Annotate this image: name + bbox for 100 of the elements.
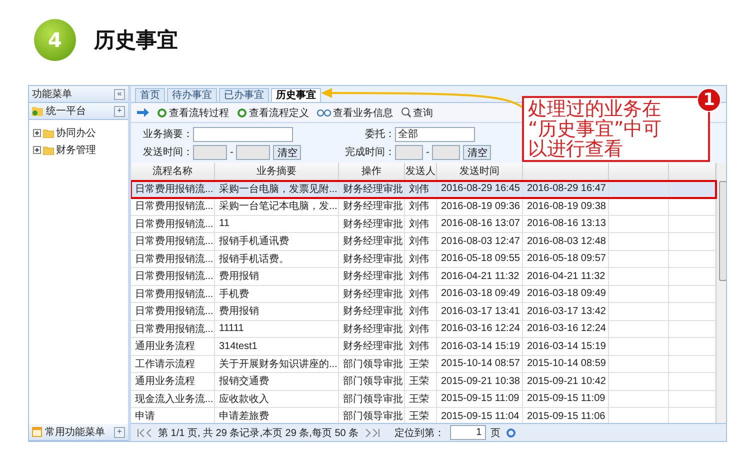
input-field[interactable] <box>432 144 460 160</box>
table-cell: 应收款收入 <box>215 390 339 408</box>
column-header[interactable] <box>669 163 716 180</box>
tab[interactable]: 已办事宜 <box>219 88 269 102</box>
table-cell: 2016-03-18 09:49 <box>523 286 609 303</box>
table-cell: 2016-08-16 13:07 <box>437 216 523 233</box>
table-cell <box>669 390 716 408</box>
clear-button[interactable]: 清空 <box>273 144 302 160</box>
table-cell <box>669 198 716 216</box>
table-cell: 2016-03-16 12:24 <box>523 320 609 338</box>
first-page-icon[interactable] <box>137 428 153 436</box>
goto-label: 定位到第： <box>394 426 445 440</box>
table-cell: 日常费用报销流... <box>131 286 215 303</box>
search-icon <box>401 107 411 118</box>
refresh-icon <box>157 108 167 118</box>
table-cell: 财务经理审批 <box>339 286 405 303</box>
add-button[interactable]: + <box>114 106 125 116</box>
table-cell: 现金流入业务流... <box>131 390 215 408</box>
table-cell: 日常费用报销流... <box>131 198 215 216</box>
field-label: 委托： <box>365 128 395 141</box>
table-cell: 部门领导审批 <box>339 356 405 373</box>
input-field[interactable] <box>236 144 270 160</box>
table-cell: 2016-03-16 12:24 <box>437 320 523 338</box>
input-field[interactable] <box>395 144 423 160</box>
table-cell: 财务经理审批 <box>339 180 405 198</box>
table-cell: 通用业务流程 <box>131 338 215 356</box>
table-cell: 11 <box>215 216 339 233</box>
page-unit: 页 <box>490 426 501 440</box>
table-cell <box>669 356 716 373</box>
table-cell <box>609 180 669 198</box>
table-cell <box>609 250 669 268</box>
column-header[interactable]: 发送时间 <box>437 163 523 180</box>
table-cell: 王荣 <box>405 356 437 373</box>
column-header[interactable] <box>609 163 669 180</box>
tab[interactable]: 历史事宜 <box>271 88 321 102</box>
toolbar-button[interactable]: 查看流转过程 <box>157 106 229 120</box>
scrollbar[interactable] <box>716 163 726 423</box>
clear-button[interactable]: 清空 <box>463 144 492 160</box>
table-cell: 财务经理审批 <box>339 303 405 320</box>
table-cell <box>669 250 716 268</box>
table-cell: 部门领导审批 <box>339 373 405 390</box>
table-cell: 工作请示流程 <box>131 356 215 373</box>
table-cell: 2016-03-14 15:19 <box>437 338 523 356</box>
table-cell: 2016-03-17 13:41 <box>437 303 523 320</box>
toolbar-button[interactable]: 查看流程定义 <box>237 106 309 120</box>
page-title: 历史事宜 <box>94 27 178 54</box>
table-cell: 财务经理审批 <box>339 216 405 233</box>
table-cell: 财务经理审批 <box>339 198 405 216</box>
field-label: 发送时间： <box>143 146 193 159</box>
table-cell <box>669 286 716 303</box>
table-cell: 采购一台电脑，发票见附... <box>215 180 339 198</box>
table-cell <box>609 268 669 286</box>
add-button[interactable]: + <box>114 426 125 438</box>
table-cell: 费用报销 <box>215 303 339 320</box>
column-header[interactable]: 发送人 <box>405 163 437 180</box>
table-cell: 刘伟 <box>405 180 437 198</box>
menu-footer-title[interactable]: 常用功能菜单 <box>45 425 105 439</box>
page-input[interactable]: 1 <box>450 425 486 440</box>
table-cell <box>669 180 716 198</box>
arrow-right-icon[interactable] <box>137 108 149 117</box>
last-page-icon[interactable] <box>364 428 380 436</box>
column-header[interactable]: 流程名称 <box>131 163 215 180</box>
folder-icon <box>32 106 43 116</box>
tree-item[interactable]: 协同办公 <box>56 126 96 140</box>
table-cell <box>669 320 716 338</box>
table-cell: 手机费 <box>215 286 339 303</box>
input-field[interactable] <box>193 126 293 142</box>
table-cell: 采购一台笔记本电脑，发... <box>215 198 339 216</box>
tab[interactable]: 待办事宜 <box>167 88 217 102</box>
refresh-icon[interactable] <box>506 428 516 438</box>
toolbar-button[interactable]: 查看业务信息 <box>317 106 393 120</box>
field-label: 业务摘要： <box>143 128 193 141</box>
select-field[interactable]: 全部 <box>395 126 475 142</box>
column-header[interactable] <box>523 163 609 180</box>
tab[interactable]: 首页 <box>135 88 165 102</box>
expand-icon[interactable] <box>33 129 41 137</box>
table-cell: 财务经理审批 <box>339 338 405 356</box>
table-cell <box>609 198 669 216</box>
column-header[interactable]: 操作 <box>339 163 405 180</box>
table-cell: 刘伟 <box>405 303 437 320</box>
table-cell: 日常费用报销流... <box>131 250 215 268</box>
expand-icon[interactable] <box>33 146 41 154</box>
tree-item[interactable]: 财务管理 <box>56 143 96 157</box>
table-cell: 2016-08-19 09:36 <box>437 198 523 216</box>
table-cell: 2016-03-18 09:49 <box>437 286 523 303</box>
table-cell <box>609 356 669 373</box>
refresh-icon <box>237 108 247 118</box>
table-cell <box>669 338 716 356</box>
toolbar-button[interactable]: 查询 <box>401 106 433 120</box>
table-cell: 日常费用报销流... <box>131 180 215 198</box>
table-cell: 11111 <box>215 320 339 338</box>
table-cell: 2016-08-29 16:47 <box>523 180 609 198</box>
column-header[interactable]: 业务摘要 <box>215 163 339 180</box>
table-cell: 财务经理审批 <box>339 250 405 268</box>
table-cell: 2015-10-14 08:57 <box>437 356 523 373</box>
menu-group-title[interactable]: 统一平台 <box>46 104 86 118</box>
table-cell <box>609 303 669 320</box>
input-field[interactable] <box>193 144 227 160</box>
table-cell: 王荣 <box>405 373 437 390</box>
collapse-button[interactable]: « <box>114 88 125 100</box>
